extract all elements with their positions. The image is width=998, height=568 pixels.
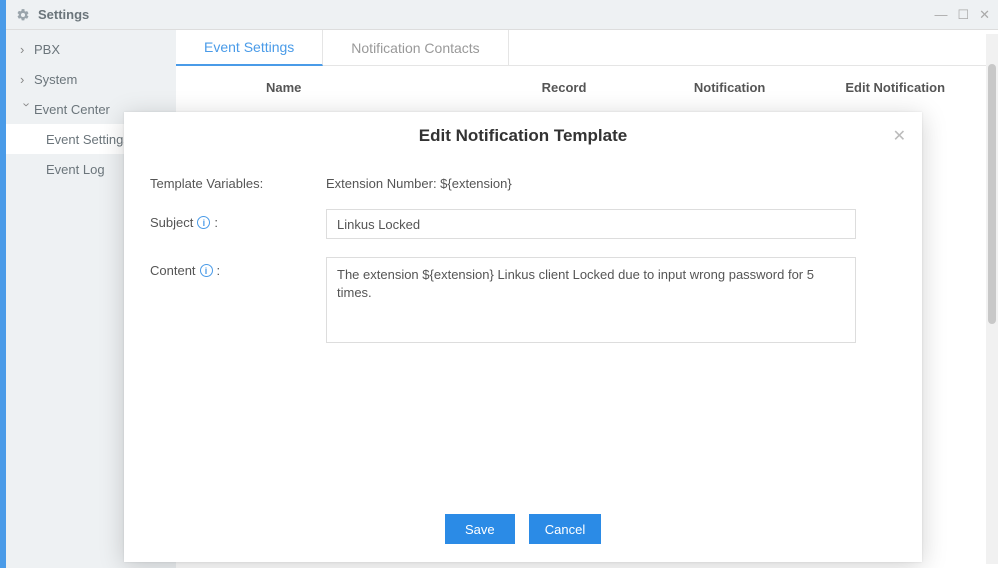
cancel-button[interactable]: Cancel xyxy=(529,514,601,544)
window-controls: — ☐ ✕ xyxy=(934,7,990,23)
label-content: Content i : xyxy=(150,257,326,278)
tab-event-settings[interactable]: Event Settings xyxy=(176,30,323,66)
save-button[interactable]: Save xyxy=(445,514,515,544)
scrollbar-thumb[interactable] xyxy=(988,64,996,324)
minimize-icon[interactable]: — xyxy=(934,7,947,23)
column-header-record: Record xyxy=(481,80,647,95)
label-template-variables: Template Variables: xyxy=(150,170,326,191)
modal-footer: Save Cancel xyxy=(124,500,922,562)
template-variables-value: Extension Number: ${extension} xyxy=(326,170,512,191)
sidebar-item-pbx[interactable]: › PBX xyxy=(0,34,176,64)
tab-label: Event Settings xyxy=(204,39,294,55)
sidebar-item-system[interactable]: › System xyxy=(0,64,176,94)
column-header-notification: Notification xyxy=(647,80,813,95)
subject-input[interactable] xyxy=(326,209,856,239)
close-window-icon[interactable]: ✕ xyxy=(979,7,990,23)
title-bar: Settings — ☐ ✕ xyxy=(0,0,998,30)
info-icon[interactable]: i xyxy=(197,216,210,229)
tab-label: Notification Contacts xyxy=(351,40,479,56)
column-header-edit-notification: Edit Notification xyxy=(812,80,978,95)
content-textarea[interactable] xyxy=(326,257,856,343)
modal-title: Edit Notification Template xyxy=(419,126,627,145)
label-subject: Subject i : xyxy=(150,209,326,230)
column-header-name: Name xyxy=(196,80,481,95)
sidebar-subitem-label: Event Settings xyxy=(46,132,130,147)
window-title: Settings xyxy=(38,7,934,22)
maximize-icon[interactable]: ☐ xyxy=(957,7,969,23)
sidebar-item-label: System xyxy=(34,72,77,87)
close-icon[interactable]: ✕ xyxy=(893,126,906,146)
row-subject: Subject i : xyxy=(150,209,896,239)
tab-notification-contacts[interactable]: Notification Contacts xyxy=(323,30,508,65)
gear-icon xyxy=(16,8,30,22)
row-template-variables: Template Variables: Extension Number: ${… xyxy=(150,170,896,191)
chevron-right-icon: › xyxy=(20,42,34,57)
tabs: Event Settings Notification Contacts xyxy=(176,30,998,66)
chevron-right-icon: › xyxy=(20,72,34,87)
chevron-down-icon: › xyxy=(20,102,35,116)
sidebar-subitem-label: Event Log xyxy=(46,162,105,177)
sidebar-item-label: Event Center xyxy=(34,102,110,117)
modal-body: Template Variables: Extension Number: ${… xyxy=(124,160,922,500)
table-header: Name Record Notification Edit Notificati… xyxy=(176,66,998,109)
edit-notification-modal: Edit Notification Template ✕ Template Va… xyxy=(124,112,922,562)
row-content: Content i : xyxy=(150,257,896,346)
modal-header: Edit Notification Template ✕ xyxy=(124,112,922,160)
sidebar-item-label: PBX xyxy=(34,42,60,57)
scrollbar[interactable] xyxy=(986,34,998,564)
info-icon[interactable]: i xyxy=(200,264,213,277)
window-left-accent xyxy=(0,0,6,568)
